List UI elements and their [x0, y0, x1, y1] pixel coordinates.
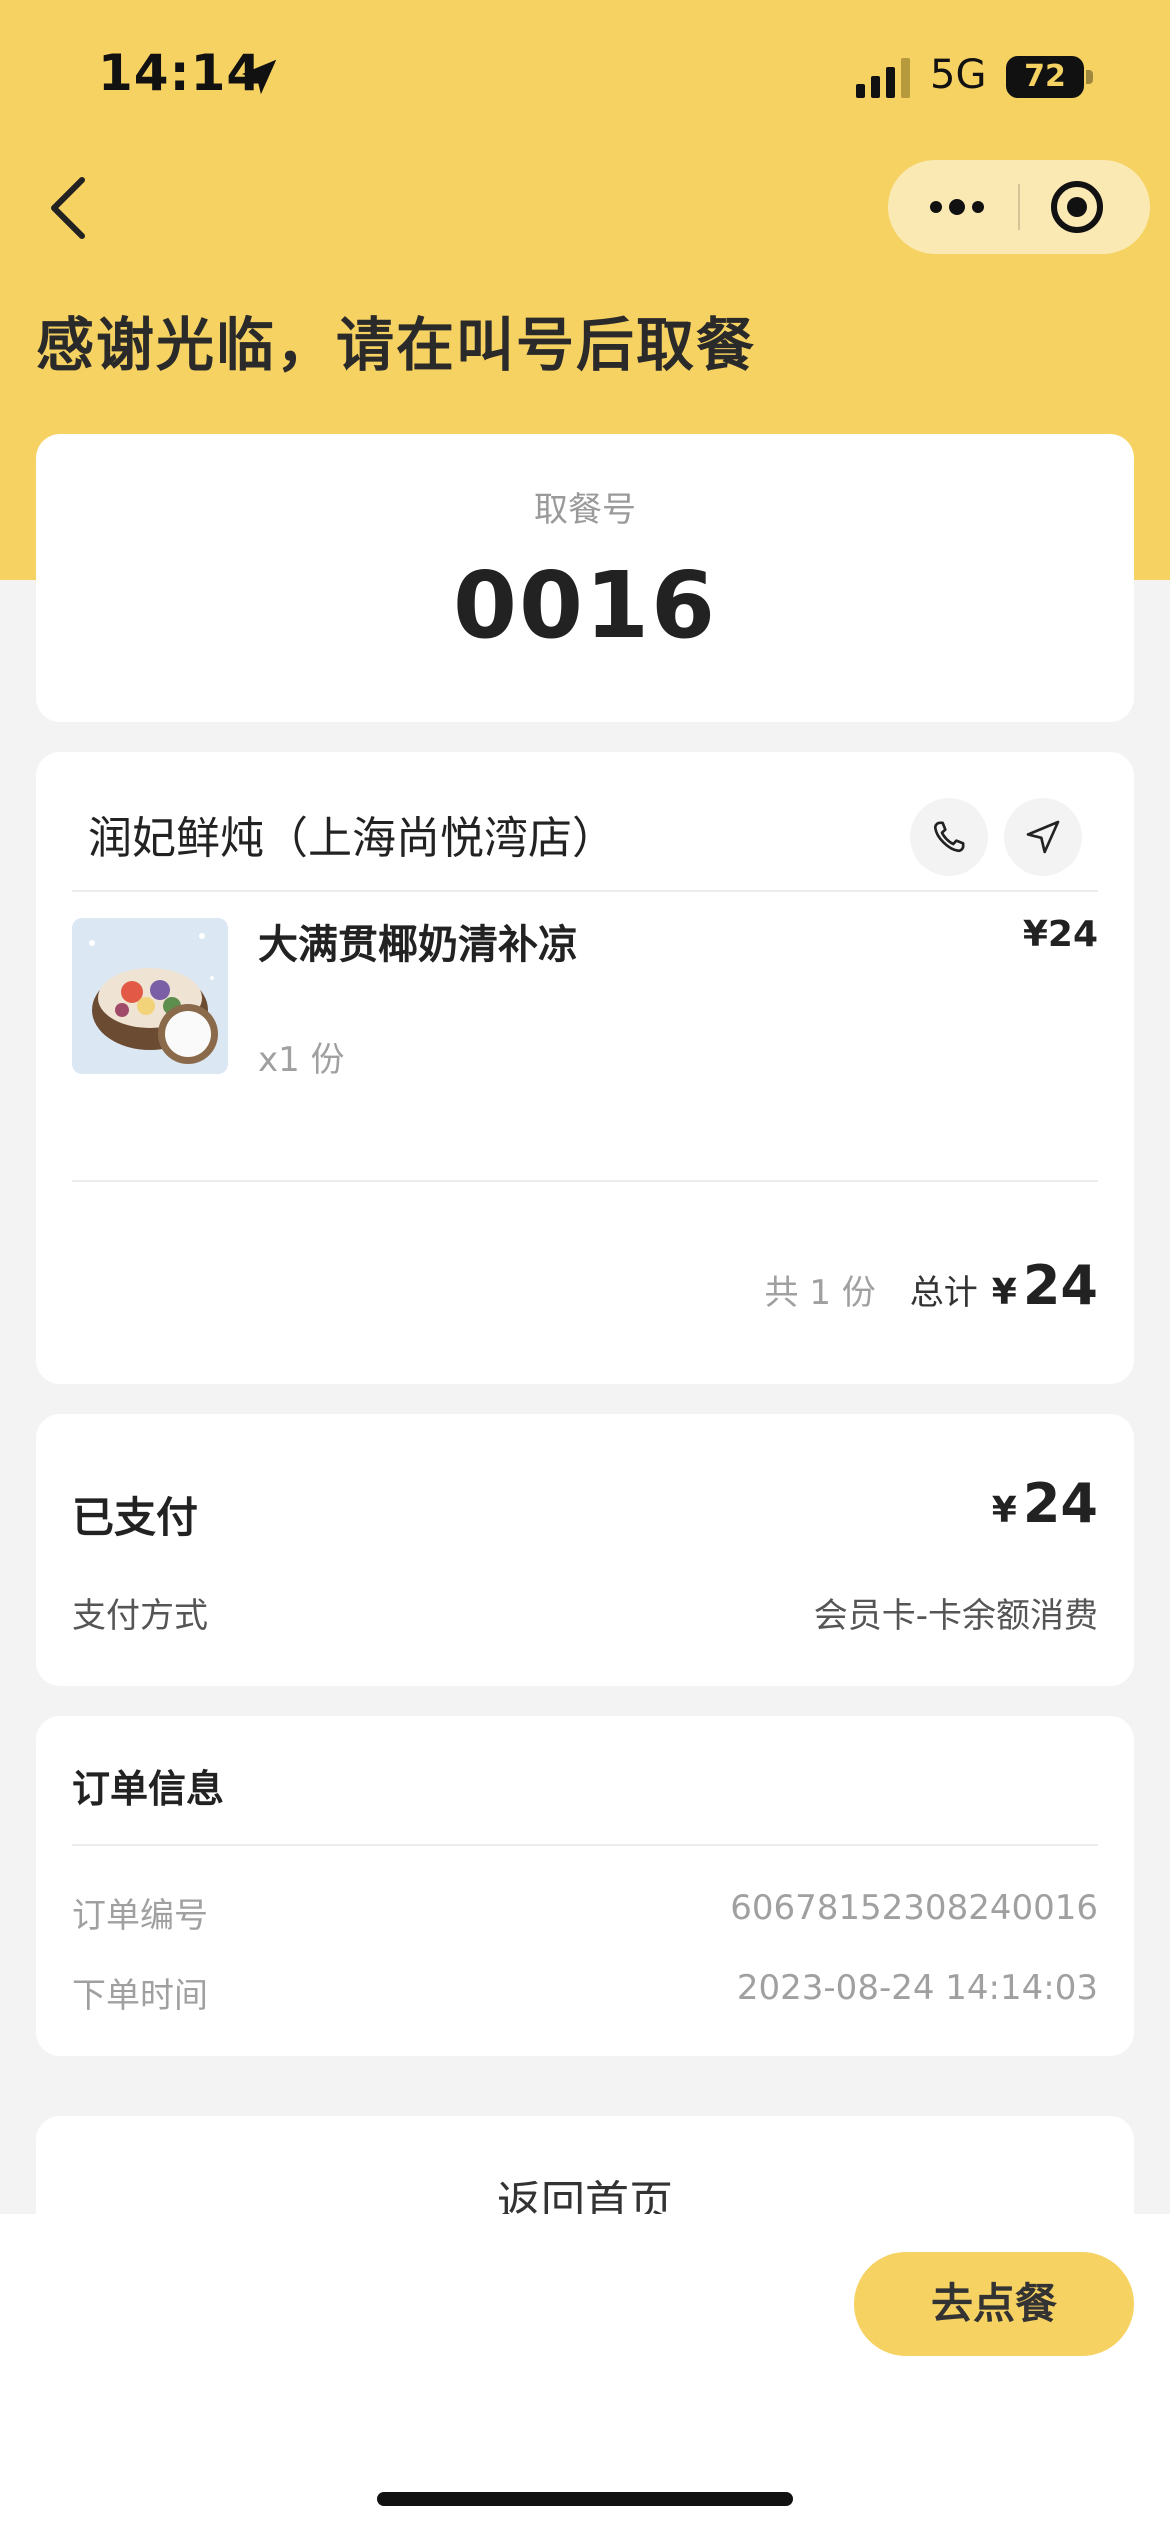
order-info-card: 订单信息 订单编号 60678152308240016 下单时间 2023-08…	[36, 1716, 1134, 2056]
payment-method-label: 支付方式	[72, 1596, 208, 1636]
product-image	[72, 918, 228, 1074]
item-quantity: x1 份	[258, 1040, 345, 1080]
order-number-value: 60678152308240016	[730, 1888, 1098, 1928]
order-number-label: 订单编号	[72, 1896, 208, 1936]
payment-card: 已支付 ¥ 24 支付方式 会员卡-卡余额消费	[36, 1414, 1134, 1686]
store-name: 润妃鲜炖（上海尚悦湾店）	[88, 813, 616, 864]
total-label: 总计	[909, 1273, 978, 1313]
close-mini-program-button[interactable]	[1020, 160, 1150, 254]
divider	[72, 890, 1098, 892]
pickup-label: 取餐号	[534, 490, 636, 530]
call-store-button[interactable]	[910, 798, 988, 876]
order-items-card: 润妃鲜炖（上海尚悦湾店） 大满贯椰奶清补凉 ¥24 x1 份 共 1 份 总计 …	[36, 752, 1134, 1384]
home-indicator	[377, 2492, 793, 2506]
pickup-number-card: 取餐号 0016	[36, 434, 1134, 722]
bottom-action-bar: 去点餐	[0, 2214, 1170, 2532]
cellular-signal-icon	[856, 58, 910, 98]
total-amount: 24	[1022, 1254, 1098, 1317]
order-time-value: 2023-08-24 14:14:03	[736, 1968, 1098, 2008]
page-title: 感谢光临，请在叫号后取餐	[36, 311, 757, 379]
total-count: 共 1 份	[764, 1273, 876, 1313]
battery-indicator: 72	[1006, 56, 1094, 98]
payment-currency: ¥	[991, 1490, 1017, 1531]
more-dots-icon	[930, 199, 984, 215]
divider	[72, 1180, 1098, 1182]
phone-icon	[933, 821, 965, 853]
more-button[interactable]	[888, 160, 1018, 254]
payment-status: 已支付	[72, 1493, 199, 1542]
navigation-arrow-icon	[1026, 820, 1060, 854]
battery-nub	[1086, 70, 1093, 84]
payment-amount: ¥ 24	[992, 1472, 1098, 1535]
item-name: 大满贯椰奶清补凉	[258, 922, 578, 968]
pickup-number: 0016	[452, 552, 718, 659]
order-summary: 共 1 份 总计 ¥ 24	[765, 1254, 1098, 1324]
go-order-button[interactable]: 去点餐	[854, 2252, 1134, 2356]
order-info-title: 订单信息	[72, 1767, 225, 1811]
total-currency: ¥	[991, 1272, 1017, 1313]
payment-amount-value: 24	[1022, 1472, 1098, 1535]
payment-method-value: 会员卡-卡余额消费	[813, 1596, 1098, 1636]
location-arrow-icon	[241, 59, 277, 95]
navigate-store-button[interactable]	[1004, 798, 1082, 876]
divider	[72, 1844, 1098, 1846]
mini-program-capsule	[888, 160, 1150, 254]
order-complete-screen: 14:14 5G 72 感谢光临，请在叫号后取餐 取餐号 0016 润妃鲜炖（上…	[0, 0, 1170, 2532]
item-price: ¥24	[1022, 914, 1098, 955]
battery-level-text: 72	[1024, 59, 1066, 94]
back-chevron-icon[interactable]	[40, 168, 100, 248]
network-type: 5G	[930, 52, 987, 98]
order-time-label: 下单时间	[72, 1976, 208, 2016]
target-circle-icon	[1051, 181, 1103, 233]
